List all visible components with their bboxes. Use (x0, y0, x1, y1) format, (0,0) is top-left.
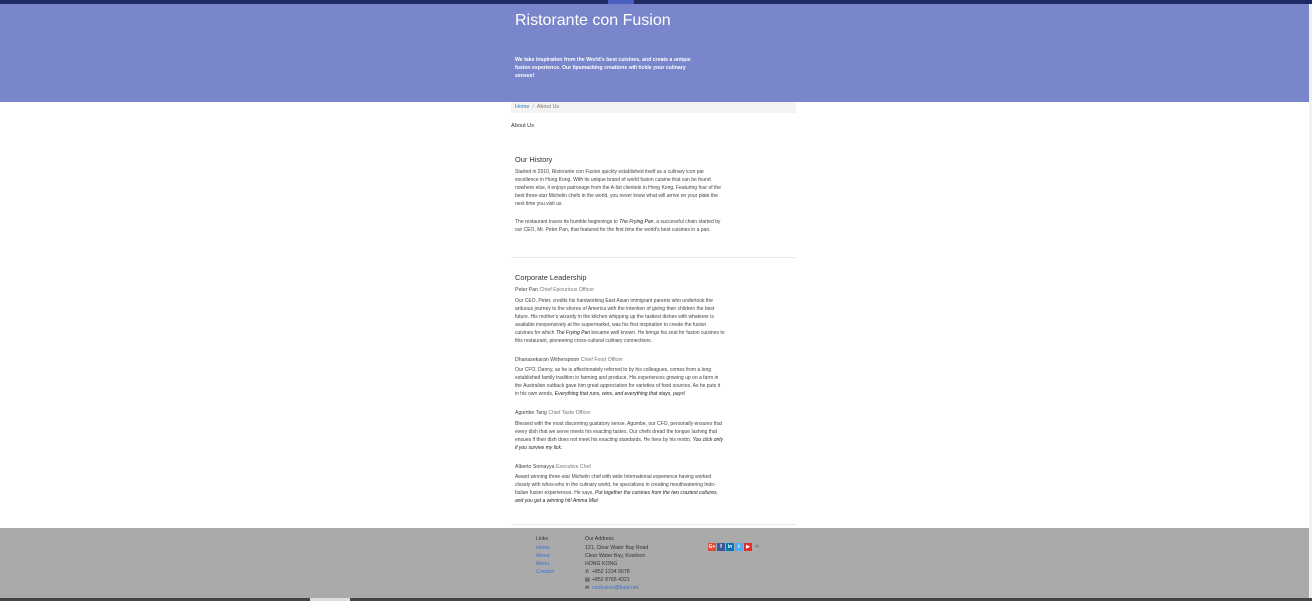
linkedin-icon[interactable]: in (726, 543, 734, 551)
breadcrumb-separator: / (532, 104, 534, 110)
section-divider (511, 524, 796, 525)
footer-link-menu[interactable]: Menu (536, 561, 549, 567)
history-heading: Our History (515, 155, 553, 164)
header-tagline: We take inspiration from the World's bes… (515, 57, 691, 79)
history-p2-text: The restaurant traces its humble beginni… (515, 219, 620, 225)
leader-description: Blessed with the most discerning gustato… (515, 420, 725, 452)
breadcrumb-home-link[interactable]: Home (515, 104, 529, 110)
google-plus-icon[interactable]: G+ (708, 543, 716, 551)
envelope-icon: ✉ (585, 585, 590, 591)
leader-desc-text: Blessed with the most discerning gustato… (515, 421, 723, 444)
footer-link-home[interactable]: Home (536, 545, 550, 551)
address-fax: ▤ +852 8765 4321 (585, 577, 630, 583)
leader-name-text: Dhanasekaran Witherspoon (515, 357, 580, 363)
phone-icon: ✆ (585, 569, 590, 575)
leader-role: Executive Chef (555, 464, 591, 470)
mail-icon[interactable]: ✉ (753, 543, 761, 551)
leader-role: Chief Taste Officer (548, 410, 591, 416)
leader-description: Our CEO, Peter, credits his hardworking … (515, 297, 725, 346)
leader-role: Chief Food Officer (580, 357, 623, 363)
breadcrumb: Home / About Us (511, 102, 796, 113)
leader-name: Peter Pan Chief Epicurious Officer (515, 287, 594, 293)
leader-name-text: Agumbe Tang (515, 410, 547, 416)
leader-description: Our CFO, Danny, as he is affectionately … (515, 366, 725, 398)
phone-number: +852 1234 5678 (592, 569, 630, 575)
facebook-icon[interactable]: f (717, 543, 725, 551)
fax-number: +852 8765 4321 (592, 577, 630, 583)
footer (0, 528, 1309, 598)
leader-role: Chief Epicurious Officer (539, 287, 594, 293)
leader-desc-emphasis: Everything that runs, wins, and everythi… (554, 391, 686, 398)
page: Ristorante con Fusion We take inspiratio… (0, 0, 1312, 601)
page-title: About Us (511, 123, 535, 129)
twitter-icon[interactable]: t (735, 543, 743, 551)
footer-link-contact[interactable]: Contact (536, 569, 554, 575)
fax-icon: ▤ (585, 577, 590, 583)
youtube-icon[interactable]: ▶ (744, 543, 752, 551)
section-divider (511, 257, 796, 258)
header-jumbotron: Ristorante con Fusion We take inspiratio… (0, 4, 1309, 102)
leader-name-text: Alberto Somayya (515, 464, 555, 470)
email-link[interactable]: confusion@food.net (592, 585, 638, 591)
address-line: 121, Clear Water Bay Road (585, 545, 649, 551)
leader-name-text: Peter Pan (515, 287, 539, 293)
leadership-heading: Corporate Leadership (515, 273, 587, 282)
leader-name: Alberto Somayya Executive Chef (515, 464, 591, 470)
breadcrumb-current: About Us (536, 104, 560, 110)
brand-title: Ristorante con Fusion (515, 12, 671, 29)
leader-name: Agumbe Tang Chief Taste Officer (515, 410, 591, 416)
footer-address-heading: Our Address (585, 536, 614, 542)
address-line: HONG KONG (585, 561, 618, 567)
address-line: Clear Water Bay, Kowloon (585, 553, 646, 559)
history-paragraph-1: Started in 2010, Ristorante con Fusion q… (515, 169, 721, 208)
address-email: ✉ confusion@food.net (585, 585, 638, 591)
leader-name: Dhanasekaran Witherspoon Chief Food Offi… (515, 357, 623, 363)
leader-desc-emphasis: The Frying Pan (555, 330, 591, 337)
history-paragraph-2: The restaurant traces its humble beginni… (515, 218, 725, 234)
address-phone: ✆ +852 1234 5678 (585, 569, 630, 575)
history-p2-emphasis: The Frying Pan (619, 219, 654, 225)
footer-link-about[interactable]: About (536, 553, 550, 559)
leader-description: Award winning three-star Michelin chef w… (515, 473, 725, 505)
footer-links-heading: Links (536, 536, 549, 542)
